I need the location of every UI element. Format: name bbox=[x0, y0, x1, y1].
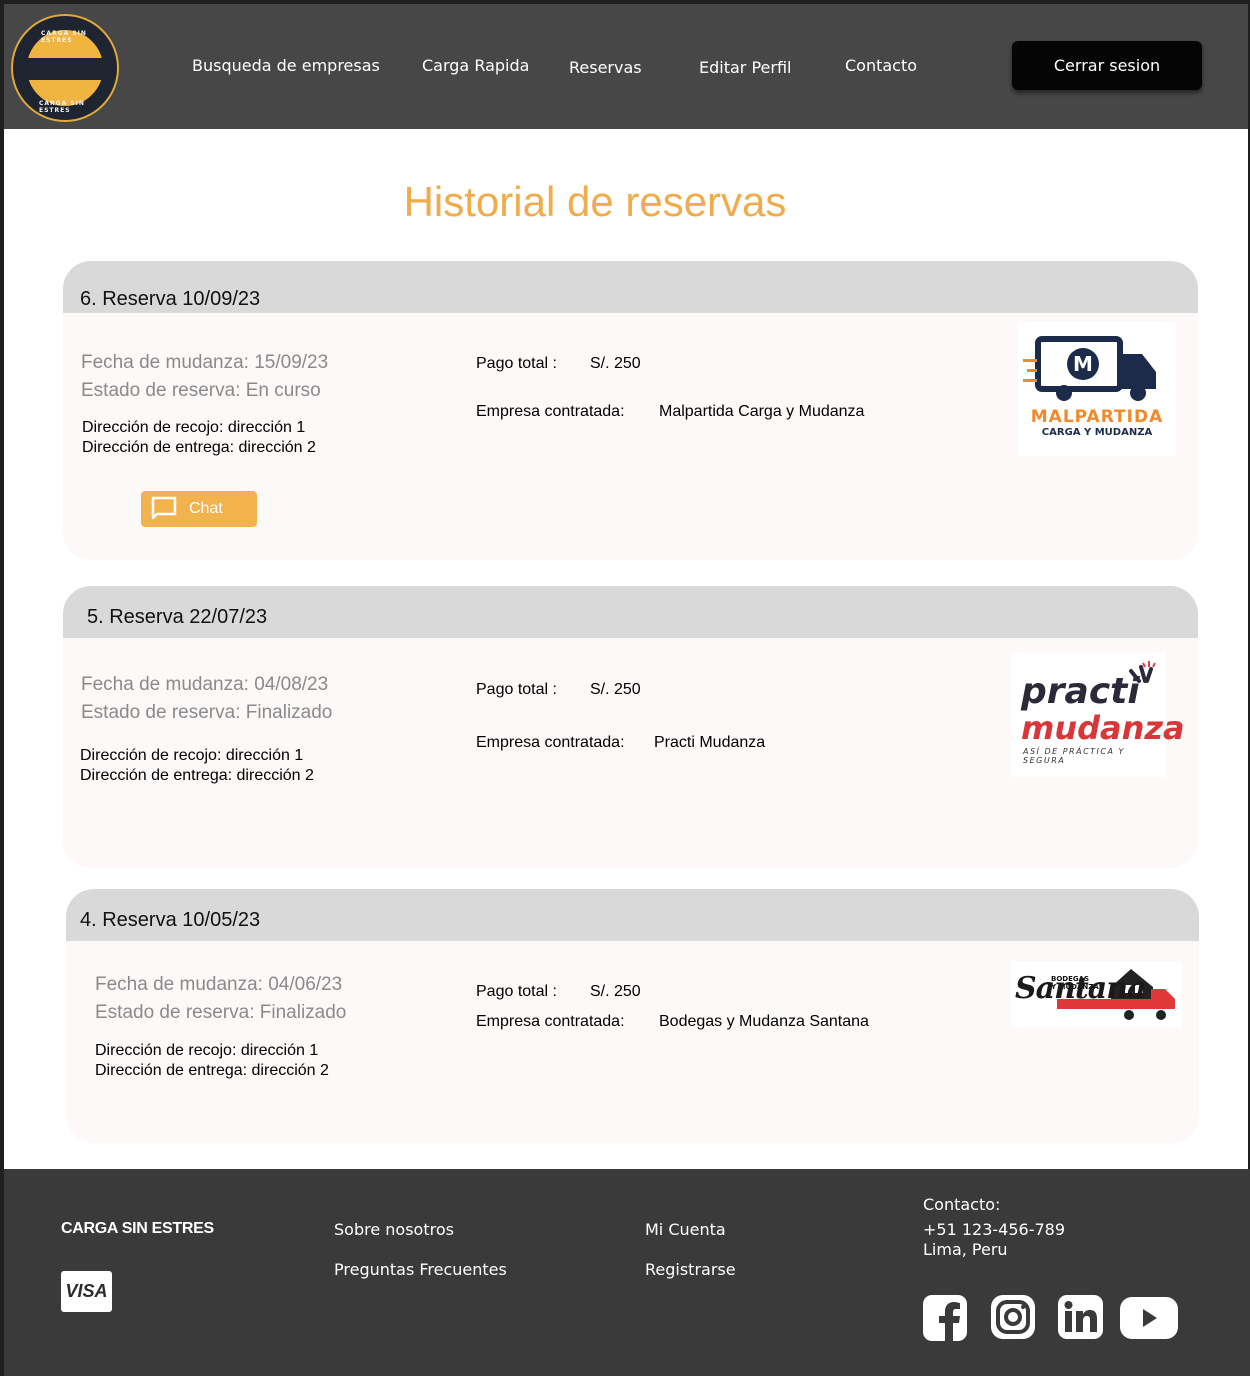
company-logo: practi mudanza ASÍ DE PRÁCTICA Y SEGURA bbox=[1011, 653, 1185, 777]
linkedin-icon[interactable] bbox=[1058, 1295, 1103, 1339]
nav-busqueda-empresas[interactable]: Busqueda de empresas bbox=[192, 56, 380, 75]
footer-link-preguntas[interactable]: Preguntas Frecuentes bbox=[334, 1260, 507, 1279]
reservation-status: Estado de reserva: En curso bbox=[81, 380, 321, 401]
company-logo-tagline: CARGA Y MUDANZA bbox=[1041, 427, 1153, 438]
delivery-address: Dirección de entrega: dirección 2 bbox=[95, 1062, 329, 1079]
chat-icon bbox=[151, 496, 177, 520]
total-payment-value: S/. 250 bbox=[590, 355, 641, 372]
company-logo-name: Santana bbox=[1015, 971, 1146, 1006]
youtube-icon[interactable] bbox=[1120, 1297, 1178, 1339]
site-footer: CARGA SIN ESTRES VISA Sobre nosotros Pre… bbox=[4, 1169, 1250, 1376]
footer-link-sobre-nosotros[interactable]: Sobre nosotros bbox=[334, 1220, 454, 1239]
footer-contact-label: Contacto: bbox=[923, 1195, 1001, 1214]
site-logo[interactable]: CARGA SIN ESTRES CARGA SIN ESTRES bbox=[11, 14, 119, 122]
company-name: Bodegas y Mudanza Santana bbox=[659, 1013, 869, 1030]
total-payment-value: S/. 250 bbox=[590, 983, 641, 1000]
company-label: Empresa contratada: bbox=[476, 1013, 625, 1030]
total-payment-label: Pago total : bbox=[476, 983, 557, 1000]
footer-link-mi-cuenta[interactable]: Mi Cuenta bbox=[645, 1220, 726, 1239]
chat-button-label: Chat bbox=[189, 500, 223, 517]
pickup-address: Dirección de recojo: dirección 1 bbox=[80, 747, 304, 764]
svg-text:M: M bbox=[1073, 352, 1093, 376]
instagram-icon[interactable] bbox=[991, 1295, 1035, 1339]
total-payment-label: Pago total : bbox=[476, 681, 557, 698]
top-navbar: CARGA SIN ESTRES CARGA SIN ESTRES Busque… bbox=[4, 4, 1248, 129]
total-payment-value: S/. 250 bbox=[590, 681, 641, 698]
facebook-icon[interactable] bbox=[923, 1295, 967, 1341]
reservation-title: 5. Reserva 22/07/23 bbox=[87, 606, 268, 628]
pickup-address: Dirección de recojo: dirección 1 bbox=[95, 1042, 319, 1059]
company-logo-name: MALPARTIDA bbox=[1030, 407, 1164, 427]
company-label: Empresa contratada: bbox=[476, 734, 625, 751]
nav-editar-perfil[interactable]: Editar Perfil bbox=[699, 58, 791, 77]
footer-brand: CARGA SIN ESTRES bbox=[61, 1220, 214, 1237]
chat-button[interactable]: Chat bbox=[141, 491, 257, 527]
footer-city: Lima, Peru bbox=[923, 1240, 1008, 1259]
page-title: Historial de reservas bbox=[403, 178, 787, 225]
company-logo-name: practi bbox=[1021, 671, 1140, 712]
truck-icon: M bbox=[1023, 336, 1156, 401]
moving-date: Fecha de mudanza: 04/06/23 bbox=[95, 974, 343, 995]
delivery-address: Dirección de entrega: dirección 2 bbox=[80, 767, 314, 784]
company-label: Empresa contratada: bbox=[476, 403, 625, 420]
reservation-card: 4. Reserva 10/05/23 Fecha de mudanza: 04… bbox=[66, 889, 1199, 1143]
company-logo-tagline: ASÍ DE PRÁCTICA Y SEGURA bbox=[1023, 747, 1125, 765]
logo-text-top: CARGA SIN ESTRES bbox=[41, 30, 87, 44]
reservation-status: Estado de reserva: Finalizado bbox=[81, 702, 333, 723]
nav-reservas[interactable]: Reservas bbox=[569, 58, 642, 77]
footer-link-registrarse[interactable]: Registrarse bbox=[645, 1260, 736, 1279]
total-payment-label: Pago total : bbox=[476, 355, 557, 372]
reservation-title: 4. Reserva 10/05/23 bbox=[80, 909, 261, 931]
nav-contacto[interactable]: Contacto bbox=[845, 56, 917, 75]
truck-icon bbox=[47, 62, 82, 78]
reservation-card: 6. Reserva 10/09/23 Fecha de mudanza: 15… bbox=[63, 261, 1198, 560]
company-logo-subname: mudanza bbox=[1021, 709, 1185, 747]
visa-logo: VISA bbox=[61, 1271, 112, 1312]
pickup-address: Dirección de recojo: dirección 1 bbox=[82, 419, 306, 436]
footer-phone: +51 123-456-789 bbox=[923, 1220, 1066, 1239]
reservation-card: 5. Reserva 22/07/23 Fecha de mudanza: 04… bbox=[63, 586, 1198, 868]
sparkle-icon bbox=[1129, 661, 1156, 683]
nav-carga-rapida[interactable]: Carga Rapida bbox=[422, 56, 529, 75]
moving-date: Fecha de mudanza: 15/09/23 bbox=[81, 352, 329, 373]
reservation-status: Estado de reserva: Finalizado bbox=[95, 1002, 347, 1023]
logo-text-bottom: CARGA SIN ESTRES bbox=[39, 100, 85, 114]
delivery-address: Dirección de entrega: dirección 2 bbox=[82, 439, 316, 456]
moving-date: Fecha de mudanza: 04/08/23 bbox=[81, 674, 329, 695]
company-name: Practi Mudanza bbox=[654, 734, 766, 751]
company-logo: M MALPARTIDA CARGA Y MUDANZA bbox=[1018, 321, 1176, 456]
company-logo: BODEGAS Y MUDANZAS Santana bbox=[1011, 961, 1182, 1027]
reservation-title: 6. Reserva 10/09/23 bbox=[80, 288, 261, 310]
company-name: Malpartida Carga y Mudanza bbox=[659, 403, 865, 420]
logout-button[interactable]: Cerrar sesion bbox=[1012, 41, 1202, 90]
